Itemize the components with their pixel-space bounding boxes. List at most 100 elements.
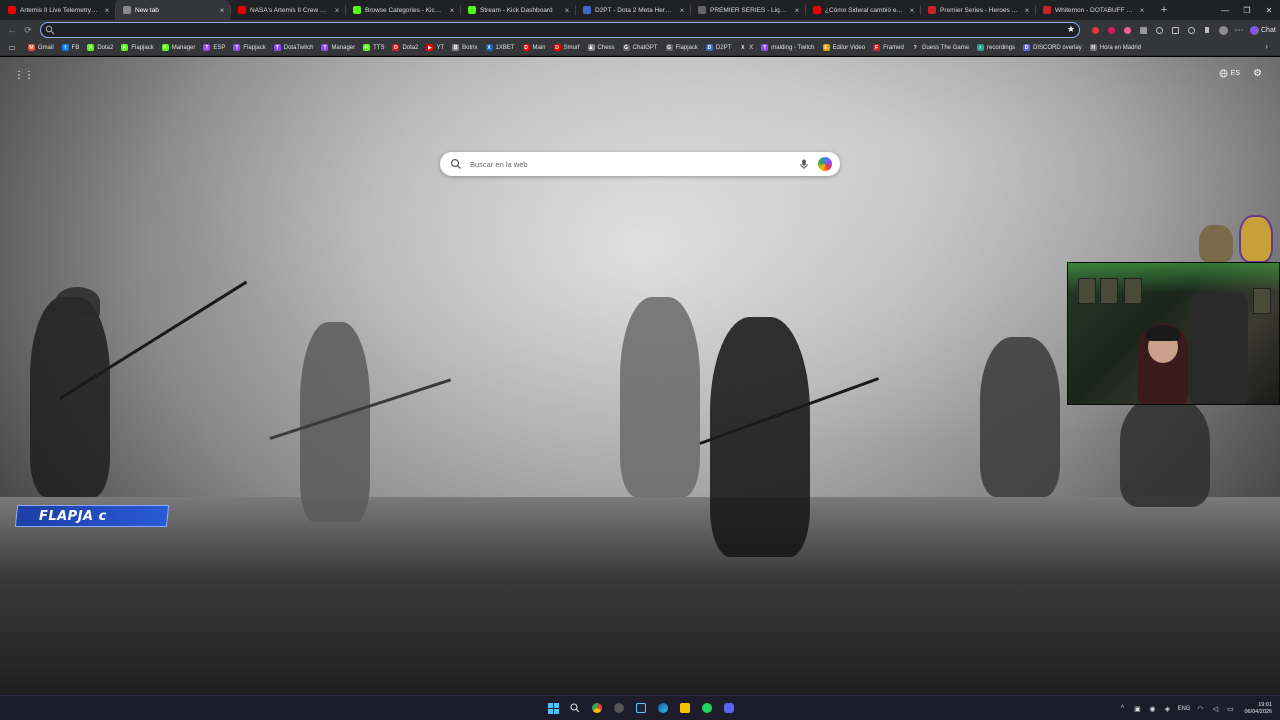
close-tab-icon[interactable]: × — [333, 6, 341, 15]
bookmark-item[interactable]: D Dota2 — [388, 41, 422, 55]
tab[interactable]: NASA's Artemis II Crew Flies Aro × — [230, 0, 345, 20]
chat-button[interactable]: Chat — [1250, 23, 1276, 37]
close-tab-icon[interactable]: × — [448, 6, 456, 15]
bookmark-item[interactable]: T Manager — [317, 41, 359, 55]
tab[interactable]: Stream - Kick Dashboard × — [460, 0, 575, 20]
bookmark-item[interactable]: D D2PT — [702, 41, 735, 55]
bookmark-item[interactable]: ♟ Chess — [584, 41, 619, 55]
extension-magenta-icon[interactable] — [1104, 23, 1118, 37]
bookmark-item[interactable]: K Flapjack — [117, 41, 157, 55]
close-tab-icon[interactable]: × — [793, 6, 801, 15]
bookmark-item[interactable]: X 1XBET — [482, 41, 519, 55]
apps-grid-icon[interactable]: ⋮⋮ — [14, 69, 34, 81]
tab[interactable]: Browse Categories - Kick Stream × — [345, 0, 460, 20]
taskbar-explorer-icon[interactable] — [677, 699, 693, 717]
bookmark-item[interactable]: D DISCORD overlay — [1019, 41, 1086, 55]
close-window-button[interactable]: ✕ — [1258, 0, 1280, 20]
extension-pink-icon[interactable] — [1120, 23, 1134, 37]
tab[interactable]: Premier Series - Heroes - DOTAB × — [920, 0, 1035, 20]
extensions-puzzle-icon[interactable] — [1136, 23, 1150, 37]
bookmark-item[interactable]: D Main — [519, 41, 550, 55]
maximize-button[interactable]: ❐ — [1236, 0, 1258, 20]
tray-app-icon[interactable]: ◈ — [1162, 704, 1172, 714]
bookmark-item[interactable]: D Smurf — [550, 41, 584, 55]
mascot-figure — [1239, 215, 1273, 263]
bookmark-item[interactable]: G Flapjack — [662, 41, 702, 55]
taskbar-discord-icon[interactable] — [721, 699, 737, 717]
address-bar[interactable]: ★ — [40, 22, 1080, 38]
tab[interactable]: Artemis II Live Telemetry & Raw × — [0, 0, 115, 20]
close-tab-icon[interactable]: × — [678, 6, 686, 15]
close-tab-icon[interactable]: × — [103, 6, 111, 15]
bookmark-item[interactable]: F Framed — [869, 41, 908, 55]
close-tab-icon[interactable]: × — [908, 6, 916, 15]
bookmark-item[interactable]: XX — [735, 41, 757, 55]
bookmark-item[interactable]: H Hora en Madrid — [1086, 41, 1145, 55]
extension-copy-icon[interactable] — [1168, 23, 1182, 37]
bookmark-item[interactable]: K TTS — [359, 41, 388, 55]
language-selector[interactable]: ES — [1219, 69, 1240, 78]
download-icon[interactable] — [1200, 23, 1214, 37]
bookmark-item[interactable]: T DotaTwitch — [270, 41, 318, 55]
taskbar-search-icon[interactable] — [567, 699, 583, 717]
microphone-icon[interactable] — [798, 158, 810, 170]
taskbar-app-icon[interactable] — [611, 699, 627, 717]
extension-refresh-icon[interactable] — [1152, 23, 1166, 37]
copilot-icon[interactable] — [818, 157, 832, 171]
bookmark-item[interactable]: B Botrix — [448, 41, 481, 55]
minimize-button[interactable]: — — [1214, 0, 1236, 20]
close-tab-icon[interactable]: × — [218, 6, 226, 15]
bookmark-item[interactable]: M Gmail — [24, 41, 58, 55]
tray-app-icon[interactable]: ▣ — [1132, 704, 1142, 714]
close-tab-icon[interactable]: × — [1138, 6, 1146, 15]
taskbar-spotify-icon[interactable] — [699, 699, 715, 717]
taskbar-edge-icon[interactable] — [655, 699, 671, 717]
close-tab-icon[interactable]: × — [1023, 6, 1031, 15]
start-button[interactable] — [545, 699, 561, 717]
clock-time: 19:01 — [1258, 701, 1272, 708]
extension-red-icon[interactable] — [1088, 23, 1102, 37]
webcam-overlay — [1067, 262, 1280, 405]
bookmark-label: DotaTwitch — [283, 44, 314, 51]
tab[interactable]: D2PT - Dota 2 Meta Heroes 7.41 × — [575, 0, 690, 20]
bookmark-item[interactable]: T ESP — [199, 41, 229, 55]
taskbar-chrome-icon[interactable] — [589, 699, 605, 717]
tab[interactable]: PREMIER SERIES - Liquipedia Do × — [690, 0, 805, 20]
bookmark-item[interactable]: E Editor Video — [819, 41, 870, 55]
bookmarks-overflow-icon[interactable]: › — [1265, 42, 1268, 51]
web-search-box[interactable]: Buscar en la web — [440, 152, 840, 176]
bookmark-star-icon[interactable]: ★ — [1067, 24, 1075, 35]
apps-shortcut-icon[interactable]: ▭ — [6, 43, 18, 52]
battery-icon[interactable]: ▭ — [1225, 704, 1235, 714]
profile-avatar[interactable] — [1216, 23, 1230, 37]
wifi-icon[interactable]: ◠ — [1195, 704, 1205, 714]
tray-app-icon[interactable]: ◉ — [1147, 704, 1157, 714]
bookmark-item[interactable]: Tmalding - Twitch — [757, 41, 818, 55]
back-button[interactable]: ← — [4, 22, 20, 38]
address-input[interactable] — [55, 24, 1079, 36]
clock[interactable]: 19:01 06/04/2026 — [1244, 702, 1272, 716]
gear-icon[interactable]: ⚙ — [1253, 68, 1262, 79]
bookmark-item[interactable]: r recordings — [973, 41, 1019, 55]
close-tab-icon[interactable]: × — [563, 6, 571, 15]
new-tab-button[interactable]: + — [1156, 2, 1172, 18]
bookmark-favicon-icon: G — [665, 44, 673, 51]
tray-overflow-icon[interactable]: ^ — [1117, 704, 1127, 714]
tab[interactable]: Whitemon - DOTABUFF - Dota 2 × — [1035, 0, 1150, 20]
reload-button[interactable]: ⟳ — [20, 22, 36, 38]
bookmark-item[interactable]: G ChatGPT — [619, 41, 662, 55]
bookmark-favicon-icon: D — [705, 44, 713, 51]
bookmark-item[interactable]: K Dota2 — [83, 41, 117, 55]
bookmark-item[interactable]: ▶ YT — [422, 41, 448, 55]
taskbar-steam-icon[interactable] — [633, 699, 649, 717]
bookmark-item[interactable]: ? Guess The Game — [908, 41, 973, 55]
bookmark-item[interactable]: f FB — [58, 41, 84, 55]
volume-icon[interactable]: ◁ — [1210, 704, 1220, 714]
bookmark-item[interactable]: K Manager — [158, 41, 200, 55]
tab[interactable]: New tab × — [115, 0, 230, 20]
input-language[interactable]: ENG — [1177, 706, 1190, 712]
bookmark-item[interactable]: T Flapjack — [229, 41, 269, 55]
history-icon[interactable] — [1184, 23, 1198, 37]
menu-icon[interactable]: ⋯ — [1232, 23, 1246, 37]
tab[interactable]: ¿Cómo Sideral cambió el humor × — [805, 0, 920, 20]
